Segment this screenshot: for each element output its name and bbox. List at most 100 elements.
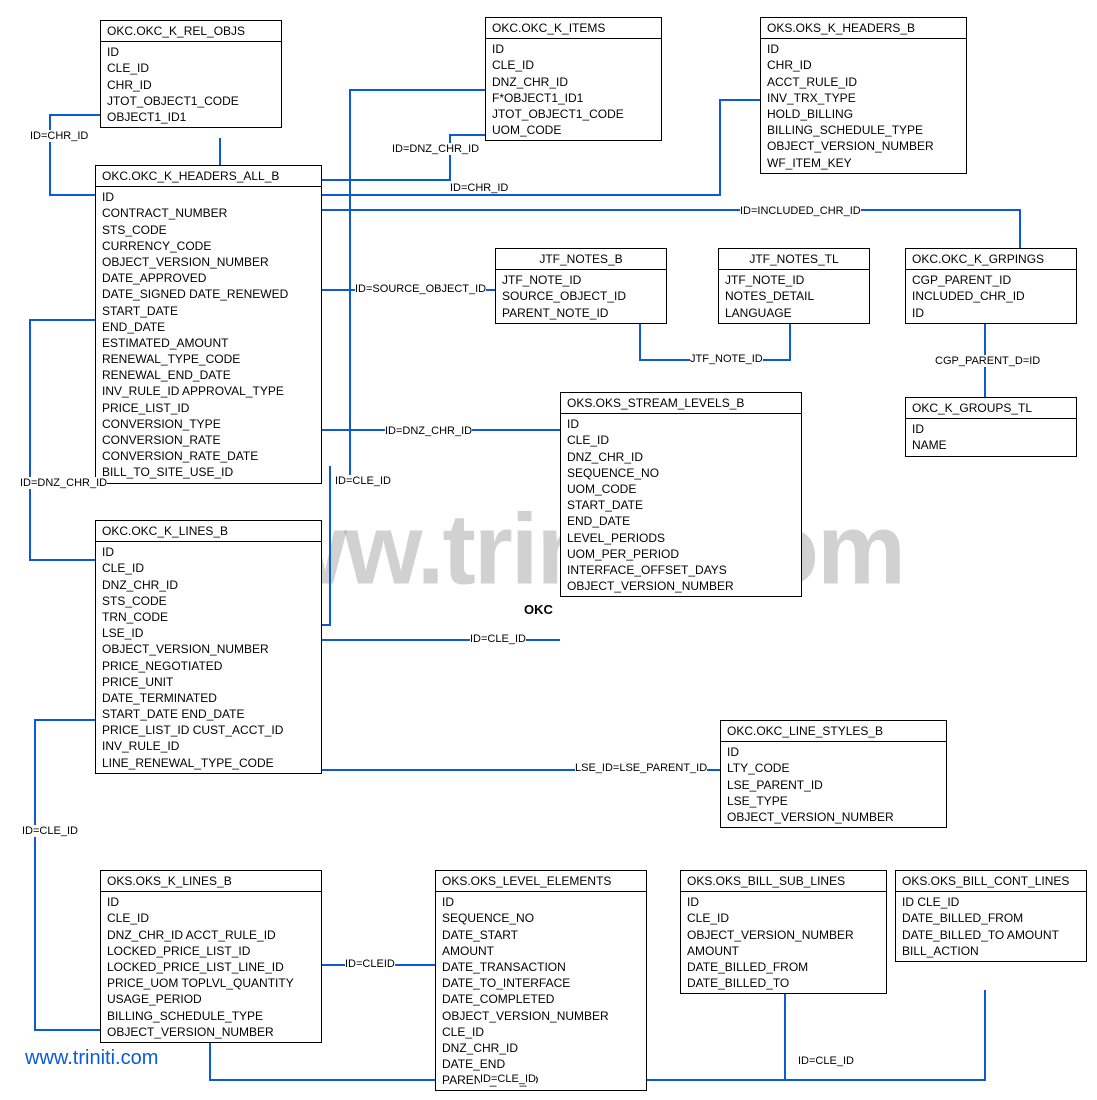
field: CONVERSION_RATE xyxy=(102,432,315,448)
table-oks-level-elements: OKS.OKS_LEVEL_ELEMENTS IDSEQUENCE_NODATE… xyxy=(435,870,647,1091)
field: CONVERSION_RATE_DATE xyxy=(102,448,315,464)
field: START_DATE END_DATE xyxy=(102,706,315,722)
field: DATE_TO_INTERFACE xyxy=(442,975,640,991)
table-fields: IDCHR_IDACCT_RULE_IDINV_TRX_TYPEHOLD_BIL… xyxy=(761,39,966,173)
footer-url[interactable]: www.triniti.com xyxy=(25,1047,158,1070)
field: DATE_SIGNED DATE_RENEWED xyxy=(102,286,315,302)
field: AMOUNT xyxy=(442,943,640,959)
table-title: OKS.OKS_BILL_SUB_LINES xyxy=(681,871,886,892)
field: INTERFACE_OFFSET_DAYS xyxy=(567,562,795,578)
field: NAME xyxy=(912,437,1070,453)
er-diagram: www.triniti.com xyxy=(0,0,1097,1100)
table-title: OKC.OKC_K_REL_OBJS xyxy=(101,21,281,42)
table-title: OKC.OKC_K_ITEMS xyxy=(486,18,661,39)
field: CHR_ID xyxy=(107,77,275,93)
rel-label: ID=DNZ_CHR_ID xyxy=(392,143,479,155)
field: ESTIMATED_AMOUNT xyxy=(102,335,315,351)
table-fields: IDSEQUENCE_NODATE_STARTAMOUNTDATE_TRANSA… xyxy=(436,892,646,1090)
field: ID xyxy=(567,416,795,432)
table-fields: IDLTY_CODELSE_PARENT_IDLSE_TYPEOBJECT_VE… xyxy=(721,742,946,827)
field: SEQUENCE_NO xyxy=(567,465,795,481)
field: PRICE_UOM TOPLVL_QUANTITY xyxy=(107,975,315,991)
table-title: OKC.OKC_LINE_STYLES_B xyxy=(721,721,946,742)
field: INCLUDED_CHR_ID xyxy=(912,288,1070,304)
table-oks-bill-cont-lines: OKS.OKS_BILL_CONT_LINES ID CLE_IDDATE_BI… xyxy=(895,870,1087,962)
field: ID xyxy=(912,305,1070,321)
rel-label: ID=CLE_ID xyxy=(798,1055,854,1067)
field: CONVERSION_TYPE xyxy=(102,416,315,432)
table-title: OKS.OKS_K_LINES_B xyxy=(101,871,321,892)
table-jtf-notes-tl: JTF_NOTES_TL JTF_NOTE_IDNOTES_DETAILLANG… xyxy=(718,248,870,324)
rel-label: ID=CHR_ID xyxy=(450,182,508,194)
field: SEQUENCE_NO xyxy=(442,910,640,926)
field: DATE_TERMINATED xyxy=(102,690,315,706)
field: OBJECT1_ID1 xyxy=(107,109,275,125)
rel-label: ID=INCLUDED_CHR_ID xyxy=(740,205,861,217)
field: RENEWAL_TYPE_CODE xyxy=(102,351,315,367)
field: SOURCE_OBJECT_ID xyxy=(502,288,660,304)
table-fields: IDCLE_IDDNZ_CHR_ID ACCT_RULE_IDLOCKED_PR… xyxy=(101,892,321,1042)
field: CGP_PARENT_ID xyxy=(912,272,1070,288)
rel-label: ID=CLEID xyxy=(345,958,395,970)
table-title: OKC.OKC_K_HEADERS_ALL_B xyxy=(96,166,321,187)
field: DATE_BILLED_FROM xyxy=(687,959,880,975)
rel-label: JTF_NOTE_ID xyxy=(690,353,763,365)
field: JTF_NOTE_ID xyxy=(725,272,863,288)
field: BILLING_SCHEDULE_TYPE xyxy=(107,1008,315,1024)
table-title: OKS.OKS_LEVEL_ELEMENTS xyxy=(436,871,646,892)
rel-label: ID=CLE_ID xyxy=(470,633,526,645)
table-okc-k-rel-objs: OKC.OKC_K_REL_OBJS IDCLE_IDCHR_IDJTOT_OB… xyxy=(100,20,282,128)
table-fields: IDCLE_IDCHR_IDJTOT_OBJECT1_CODEOBJECT1_I… xyxy=(101,42,281,127)
rel-label: ID=DNZ_CHR_ID xyxy=(20,477,107,489)
table-fields: IDCLE_IDDNZ_CHR_IDSEQUENCE_NOUOM_CODESTA… xyxy=(561,414,801,596)
table-oks-k-headers-b: OKS.OKS_K_HEADERS_B IDCHR_IDACCT_RULE_ID… xyxy=(760,17,967,174)
field: PRICE_LIST_ID CUST_ACCT_ID xyxy=(102,722,315,738)
field: LSE_TYPE xyxy=(727,793,940,809)
field: PARENT_CLE_ID xyxy=(442,1072,640,1088)
field: ID xyxy=(767,41,960,57)
field: F*OBJECT1_ID1 xyxy=(492,90,655,106)
table-fields: IDNAME xyxy=(906,419,1076,455)
field: USAGE_PERIOD xyxy=(107,991,315,1007)
field: ID xyxy=(687,894,880,910)
field: END_DATE xyxy=(567,513,795,529)
field: ID xyxy=(107,894,315,910)
field: DNZ_CHR_ID xyxy=(492,74,655,90)
field: INV_TRX_TYPE xyxy=(767,90,960,106)
field: UOM_PER_PERIOD xyxy=(567,546,795,562)
field: ID xyxy=(492,41,655,57)
table-okc-k-headers-all-b: OKC.OKC_K_HEADERS_ALL_B IDCONTRACT_NUMBE… xyxy=(95,165,322,484)
table-title: JTF_NOTES_TL xyxy=(719,249,869,270)
table-fields: JTF_NOTE_IDNOTES_DETAILLANGUAGE xyxy=(719,270,869,323)
field: CURRENCY_CODE xyxy=(102,238,315,254)
field: DNZ_CHR_ID xyxy=(567,449,795,465)
field: ID xyxy=(442,894,640,910)
field: PRICE_UNIT xyxy=(102,674,315,690)
field: DNZ_CHR_ID xyxy=(442,1040,640,1056)
field: CLE_ID xyxy=(102,560,315,576)
table-okc-k-groups-tl: OKC_K_GROUPS_TL IDNAME xyxy=(905,397,1077,457)
field: CLE_ID xyxy=(107,60,275,76)
field: UOM_CODE xyxy=(492,122,655,138)
field: ID xyxy=(107,44,275,60)
rel-label: ID=CLE_ID xyxy=(480,1073,536,1085)
field: DATE_START xyxy=(442,927,640,943)
table-fields: JTF_NOTE_IDSOURCE_OBJECT_IDPARENT_NOTE_I… xyxy=(496,270,666,323)
field: START_DATE xyxy=(102,303,315,319)
table-fields: IDCLE_IDDNZ_CHR_IDSTS_CODETRN_CODELSE_ID… xyxy=(96,542,321,773)
field: LOCKED_PRICE_LIST_LINE_ID xyxy=(107,959,315,975)
field: ID xyxy=(102,544,315,560)
table-title: OKS.OKS_K_HEADERS_B xyxy=(761,18,966,39)
field: ID xyxy=(727,744,940,760)
field: JTF_NOTE_ID xyxy=(502,272,660,288)
table-title: OKS.OKS_BILL_CONT_LINES xyxy=(896,871,1086,892)
table-okc-k-lines-b: OKC.OKC_K_LINES_B IDCLE_IDDNZ_CHR_IDSTS_… xyxy=(95,520,322,774)
table-fields: IDCONTRACT_NUMBERSTS_CODECURRENCY_CODEOB… xyxy=(96,187,321,482)
table-oks-stream-levels-b: OKS.OKS_STREAM_LEVELS_B IDCLE_IDDNZ_CHR_… xyxy=(560,392,802,597)
table-okc-k-items: OKC.OKC_K_ITEMS IDCLE_IDDNZ_CHR_IDF*OBJE… xyxy=(485,17,662,141)
field: LTY_CODE xyxy=(727,760,940,776)
field: LOCKED_PRICE_LIST_ID xyxy=(107,943,315,959)
field: OBJECT_VERSION_NUMBER xyxy=(567,578,795,594)
table-fields: IDCLE_IDDNZ_CHR_IDF*OBJECT1_ID1JTOT_OBJE… xyxy=(486,39,661,140)
field: PRICE_LIST_ID xyxy=(102,400,315,416)
